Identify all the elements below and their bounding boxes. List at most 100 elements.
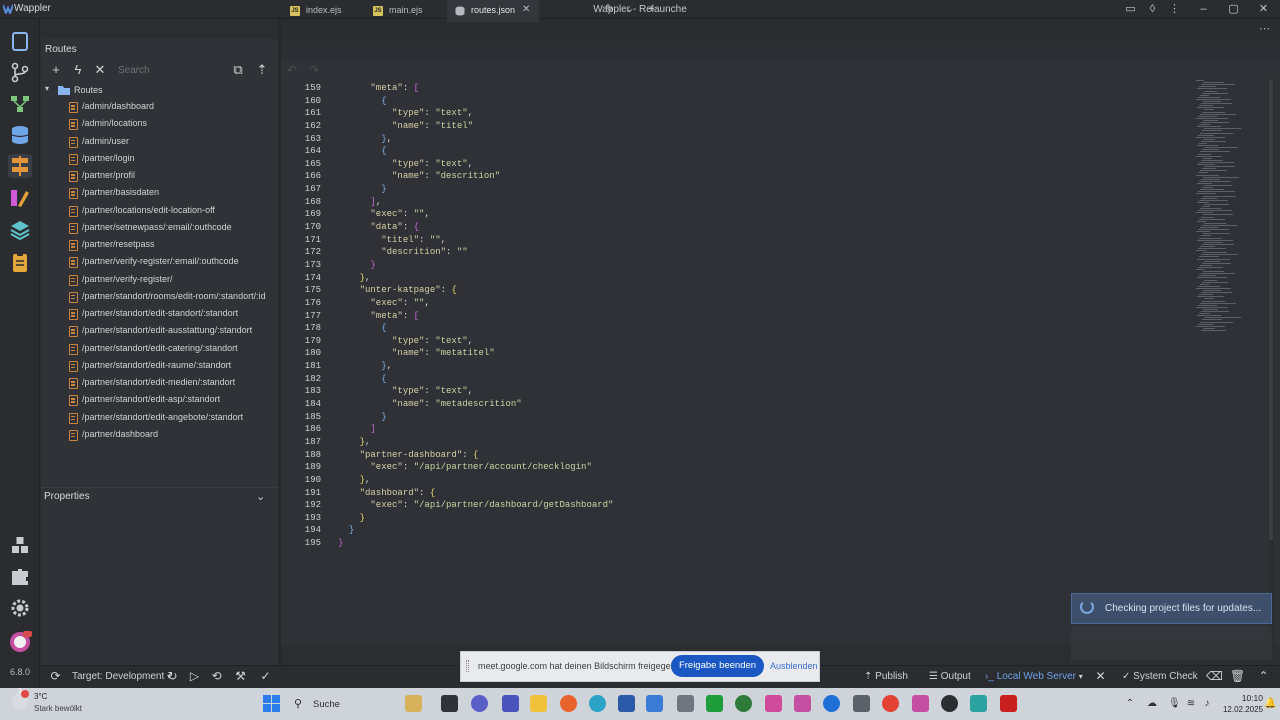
trash-icon[interactable]: 🗑 xyxy=(1230,670,1245,683)
theme-drop-icon[interactable]: ◊ xyxy=(1146,3,1159,16)
route-item[interactable]: /partner/profil xyxy=(66,168,276,185)
maximize-button[interactable]: ▢ xyxy=(1227,3,1240,16)
target-selector[interactable]: Target: Development ▾ xyxy=(72,671,171,682)
edge-icon[interactable] xyxy=(589,695,606,712)
chevron-down-icon[interactable]: ⌄ xyxy=(256,490,265,503)
route-item[interactable]: /partner/standort/edit-ausstattung/:stan… xyxy=(66,323,276,340)
windows-start-icon[interactable] xyxy=(263,695,280,712)
cloud-icon[interactable]: ☁ xyxy=(1146,698,1158,710)
spreadsheet-icon[interactable] xyxy=(706,695,723,712)
upload-icon[interactable]: ⇡ xyxy=(256,63,268,76)
design-icon[interactable] xyxy=(8,186,32,210)
user-avatar-icon[interactable] xyxy=(8,630,32,654)
terminal-app-icon[interactable] xyxy=(853,695,870,712)
redo-icon[interactable]: ↷ xyxy=(309,63,319,77)
file-explorer-icon[interactable] xyxy=(530,695,547,712)
delete-route-icon[interactable]: ✕ xyxy=(94,63,106,76)
route-item[interactable]: /admin/locations xyxy=(66,116,276,133)
chevron-down-icon[interactable]: ⌄ xyxy=(623,3,636,16)
more-vertical-icon[interactable]: ⋮ xyxy=(1168,3,1181,16)
clock-date[interactable]: 12.02.2025 xyxy=(1201,705,1263,714)
refresh-icon[interactable]: ↻ xyxy=(166,670,179,683)
check-circle-icon[interactable]: ✓ xyxy=(259,670,272,683)
close-window-button[interactable]: ✕ xyxy=(1257,3,1270,16)
web-server-selector[interactable]: ›_ Local Web Server ▾ xyxy=(985,671,1083,682)
add-icon[interactable]: + xyxy=(645,3,658,16)
minimize-button[interactable]: – xyxy=(1197,3,1210,16)
clipboard-icon[interactable] xyxy=(8,250,32,274)
git-branch-icon[interactable] xyxy=(8,60,32,84)
route-item[interactable]: /partner/locations/edit-location-off xyxy=(66,203,276,220)
workflow-icon[interactable] xyxy=(8,92,32,116)
app-icon[interactable] xyxy=(912,695,929,712)
more-horizontal-icon[interactable]: ⋯ xyxy=(1259,22,1270,35)
route-search-input[interactable] xyxy=(118,64,218,77)
crop-icon[interactable]: ⧉ xyxy=(232,63,244,76)
clock-time[interactable]: 10:10 xyxy=(1221,693,1263,703)
undo-icon[interactable]: ↶ xyxy=(287,63,297,77)
publish-button[interactable]: ⇡ Publish xyxy=(864,671,908,682)
firefox-icon[interactable] xyxy=(560,695,577,712)
tab-index-ejs[interactable]: JS index.ejs xyxy=(282,0,362,22)
notes-app-icon[interactable] xyxy=(970,695,987,712)
expand-arrow-icon[interactable]: ▾ xyxy=(45,84,49,93)
vscode-icon[interactable] xyxy=(646,695,663,712)
drag-handle-icon[interactable] xyxy=(466,660,469,672)
tab-main-ejs[interactable]: JS main.ejs xyxy=(365,0,445,22)
database-icon[interactable] xyxy=(8,123,32,147)
teams-icon[interactable] xyxy=(502,695,519,712)
packages-icon[interactable] xyxy=(8,533,32,557)
edit-icon[interactable]: ✎ xyxy=(603,3,616,16)
taskbar-search[interactable]: ⚲ xyxy=(292,694,410,714)
route-item[interactable]: /partner/basisdaten xyxy=(66,185,276,202)
route-item[interactable]: /partner/standort/rooms/edit-room/:stand… xyxy=(66,289,276,306)
routes-icon[interactable] xyxy=(8,154,32,178)
chevron-up-icon[interactable]: ⌃ xyxy=(1257,670,1270,683)
editor-scrollbar-thumb[interactable] xyxy=(1269,80,1273,540)
tray-chevron-icon[interactable]: ⌃ xyxy=(1124,698,1136,710)
route-item[interactable]: /admin/user xyxy=(66,134,276,151)
route-item[interactable]: /partner/verify-register/ xyxy=(66,272,276,289)
wappler-taskbar-icon[interactable] xyxy=(794,695,811,712)
chrome-icon[interactable] xyxy=(882,695,899,712)
route-item[interactable]: /partner/standort/edit-standort/:standor… xyxy=(66,306,276,323)
close-tab-icon[interactable]: ✕ xyxy=(522,4,530,15)
layers-icon[interactable] xyxy=(8,218,32,242)
task-view-icon[interactable] xyxy=(441,695,458,712)
chat-icon[interactable] xyxy=(471,695,488,712)
hide-button[interactable]: Ausblenden xyxy=(770,661,818,671)
calculator-icon[interactable] xyxy=(677,695,694,712)
xbox-icon[interactable] xyxy=(735,695,752,712)
route-item[interactable]: /partner/standort/edit-raume/:standort xyxy=(66,358,276,375)
store-icon[interactable] xyxy=(618,695,635,712)
minimap[interactable] xyxy=(1192,80,1262,340)
play-icon[interactable]: ▷ xyxy=(188,670,201,683)
browser-icon[interactable] xyxy=(823,695,840,712)
route-item[interactable]: /partner/dashboard xyxy=(66,427,276,444)
settings-gear-icon[interactable] xyxy=(8,596,32,620)
route-item[interactable]: /partner/verify-register/:email/:outhcod… xyxy=(66,254,276,271)
tools-icon[interactable]: ⚒ xyxy=(234,670,247,683)
layout-panels-icon[interactable]: ▭ xyxy=(1124,3,1137,16)
sync-icon[interactable]: ⟳ xyxy=(49,670,62,683)
route-item[interactable]: /partner/standort/edit-catering/:standor… xyxy=(66,341,276,358)
route-item[interactable]: /partner/setnewpass/:email/:outhcode xyxy=(66,220,276,237)
add-route-icon[interactable]: + xyxy=(50,63,62,76)
filezilla-icon[interactable] xyxy=(1000,695,1017,712)
restart-icon[interactable]: ⟲ xyxy=(210,670,223,683)
search-highlight-icon[interactable] xyxy=(405,695,422,712)
code-content[interactable]: "meta": [ { "type": "text", "name": "tit… xyxy=(338,82,613,550)
route-item[interactable]: /partner/standort/edit-medien/:standort xyxy=(66,375,276,392)
close-server-icon[interactable]: ✕ xyxy=(1094,670,1107,683)
eraser-icon[interactable]: ⌫ xyxy=(1206,670,1223,683)
system-check-button[interactable]: ✓ System Check xyxy=(1122,671,1198,682)
extensions-icon[interactable] xyxy=(8,565,32,589)
microphone-icon[interactable]: 🎙 xyxy=(1168,698,1181,710)
notification-bell-icon[interactable]: 🔔 xyxy=(1264,698,1276,710)
tab-routes-json[interactable]: routes.json ✕ xyxy=(447,0,539,22)
route-item[interactable]: /admin/dashboard xyxy=(66,99,276,116)
stop-sharing-button[interactable]: Freigabe beenden xyxy=(671,655,764,677)
photo-app-icon[interactable] xyxy=(765,695,782,712)
output-button[interactable]: ☰ Output xyxy=(929,671,971,682)
wifi-icon[interactable]: ≋ xyxy=(1185,698,1197,710)
